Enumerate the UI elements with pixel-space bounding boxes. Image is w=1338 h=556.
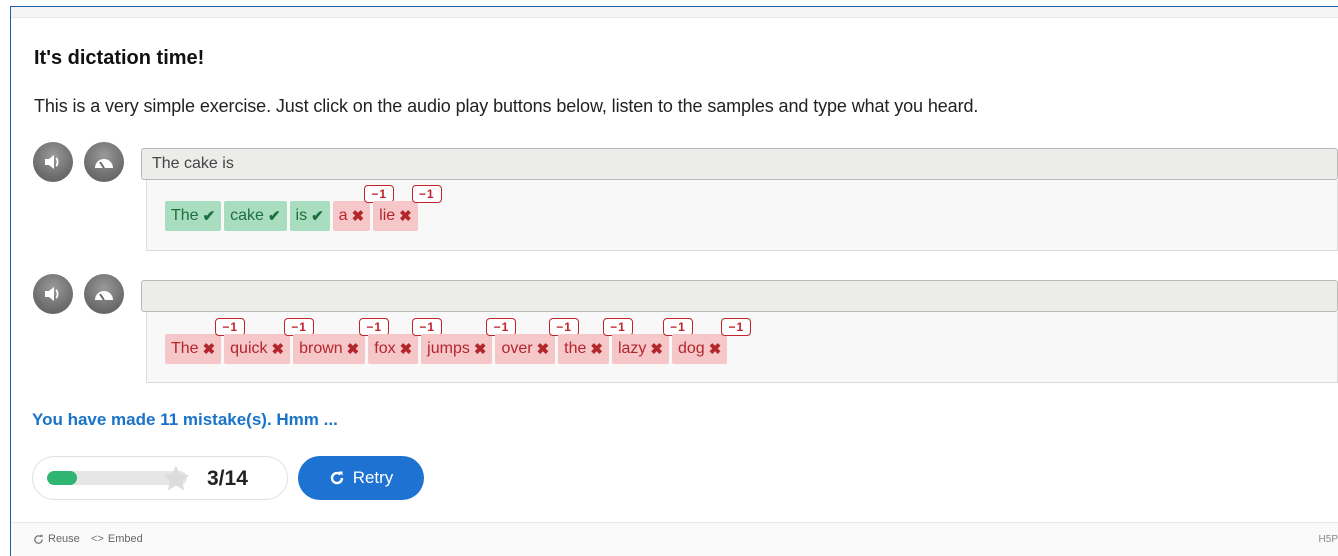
solution-word-wrong: over ✖ −1	[495, 318, 580, 364]
word-text: fox	[374, 340, 396, 357]
solution-word-wrong: dog ✖ −1	[672, 318, 752, 364]
cross-icon: ✖	[399, 341, 413, 358]
solution-word-wrong: jumps ✖ −1	[421, 318, 517, 364]
word-text: a	[338, 207, 348, 224]
feedback-message: You have made 11 mistake(s). Hmm ...	[32, 410, 338, 429]
check-icon: ✔	[267, 208, 281, 225]
score-bar: 3/14	[32, 456, 288, 500]
cross-icon: ✖	[473, 341, 487, 358]
cross-icon: ✖	[351, 208, 365, 225]
answer-input-1[interactable]: The cake is	[141, 148, 1338, 180]
speedometer-icon	[95, 159, 113, 169]
word-text: quick	[230, 340, 268, 357]
penalty-badge: −1	[411, 185, 442, 203]
word-text: brown	[299, 340, 343, 357]
word-text: the	[564, 340, 587, 357]
solution-word-wrong: lazy ✖ −1	[611, 318, 693, 364]
check-icon: ✔	[202, 208, 216, 225]
word-text: over	[501, 340, 533, 357]
cross-icon: ✖	[650, 341, 663, 358]
refresh-icon	[330, 471, 343, 485]
page-title: It's dictation time!	[34, 47, 205, 69]
play-audio-button[interactable]	[33, 142, 73, 182]
word-text: lazy	[617, 340, 647, 357]
answer-input-2[interactable]	[141, 280, 1338, 312]
cross-icon: ✖	[590, 341, 603, 358]
solution-word-correct: The ✔	[165, 201, 222, 231]
embed-label: Embed	[107, 533, 143, 545]
reuse-icon	[34, 534, 43, 544]
word-text: cake	[230, 207, 264, 224]
solution-words-1: The ✔ cake ✔ is ✔ a ✖ −1 lie ✖ −1	[165, 185, 442, 231]
word-text: The	[171, 207, 199, 224]
cross-icon: ✖	[202, 341, 216, 358]
word-text: is	[295, 207, 308, 224]
solution-word-wrong: brown ✖ −1	[293, 318, 390, 364]
h5p-brand: H5P	[1318, 534, 1338, 545]
progress-fill	[47, 471, 77, 485]
top-strip	[11, 7, 1338, 18]
solution-word-wrong: a ✖ −1	[332, 185, 395, 231]
cross-icon: ✖	[536, 341, 550, 358]
solution-words-2: The ✖ −1 quick ✖ −1 brown ✖ −1 fox ✖ −1 jumps ✖ −1 over…	[165, 318, 752, 364]
solution-word-wrong: quick ✖ −1	[224, 318, 315, 364]
word-text: lie	[379, 207, 396, 224]
speaker-icon	[45, 155, 59, 169]
score-text: 3/14	[207, 467, 248, 490]
solution-word-correct: is ✔	[289, 201, 330, 231]
penalty-badge: −1	[721, 318, 752, 336]
solution-word-wrong: the ✖ −1	[558, 318, 633, 364]
play-slow-audio-button[interactable]	[84, 274, 124, 314]
check-icon: ✔	[311, 208, 324, 225]
speaker-icon	[45, 287, 59, 301]
solution-word-correct: cake ✔	[224, 201, 287, 231]
cross-icon: ✖	[708, 341, 722, 358]
speedometer-icon	[95, 291, 113, 301]
reuse-link[interactable]: Reuse	[33, 533, 80, 545]
word-text: jumps	[427, 340, 470, 357]
play-slow-audio-button[interactable]	[84, 142, 124, 182]
word-text: The	[171, 340, 199, 357]
embed-link[interactable]: <> Embed	[91, 533, 143, 545]
retry-button[interactable]: Retry	[298, 456, 424, 500]
instructions: This is a very simple exercise. Just cli…	[34, 96, 979, 116]
solution-word-wrong: The ✖ −1	[165, 318, 246, 364]
play-audio-button[interactable]	[33, 274, 73, 314]
reuse-label: Reuse	[48, 533, 80, 545]
star-icon	[162, 465, 190, 491]
retry-label: Retry	[352, 468, 394, 487]
word-text: dog	[678, 340, 705, 357]
solution-word-wrong: lie ✖ −1	[373, 185, 442, 231]
embed-icon: <>	[91, 533, 104, 545]
cross-icon: ✖	[346, 341, 360, 358]
solution-word-wrong: fox ✖ −1	[368, 318, 443, 364]
footer: Reuse <> Embed H5P	[11, 522, 1338, 556]
cross-icon: ✖	[399, 208, 412, 225]
cross-icon: ✖	[271, 341, 285, 358]
